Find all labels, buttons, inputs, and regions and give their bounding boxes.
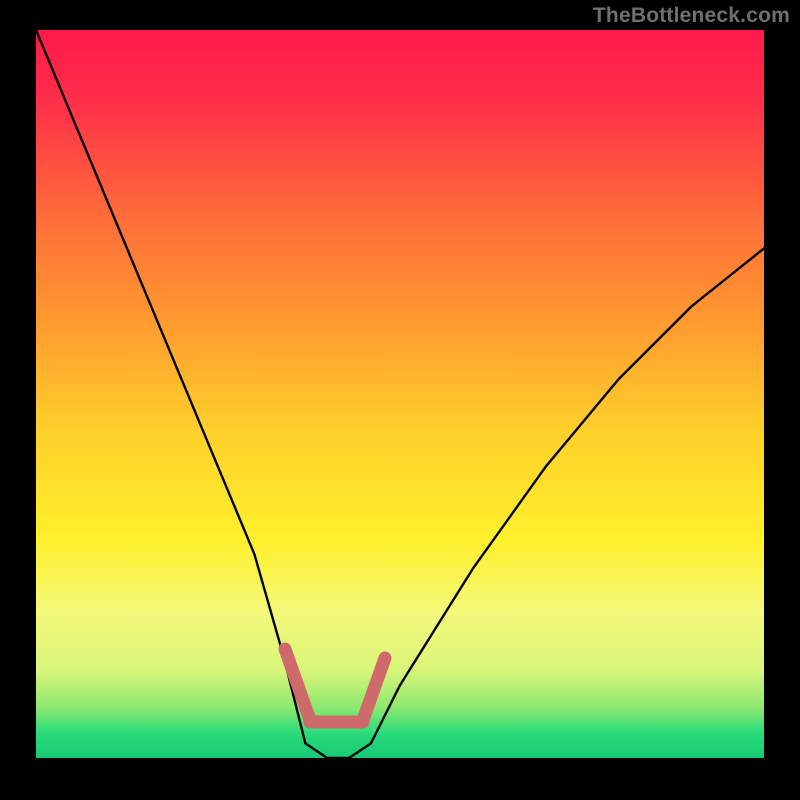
chart-stage: TheBottleneck.com (0, 0, 800, 800)
watermark-text: TheBottleneck.com (593, 4, 790, 28)
gradient-panel (36, 30, 764, 758)
bottleneck-chart (0, 0, 800, 800)
